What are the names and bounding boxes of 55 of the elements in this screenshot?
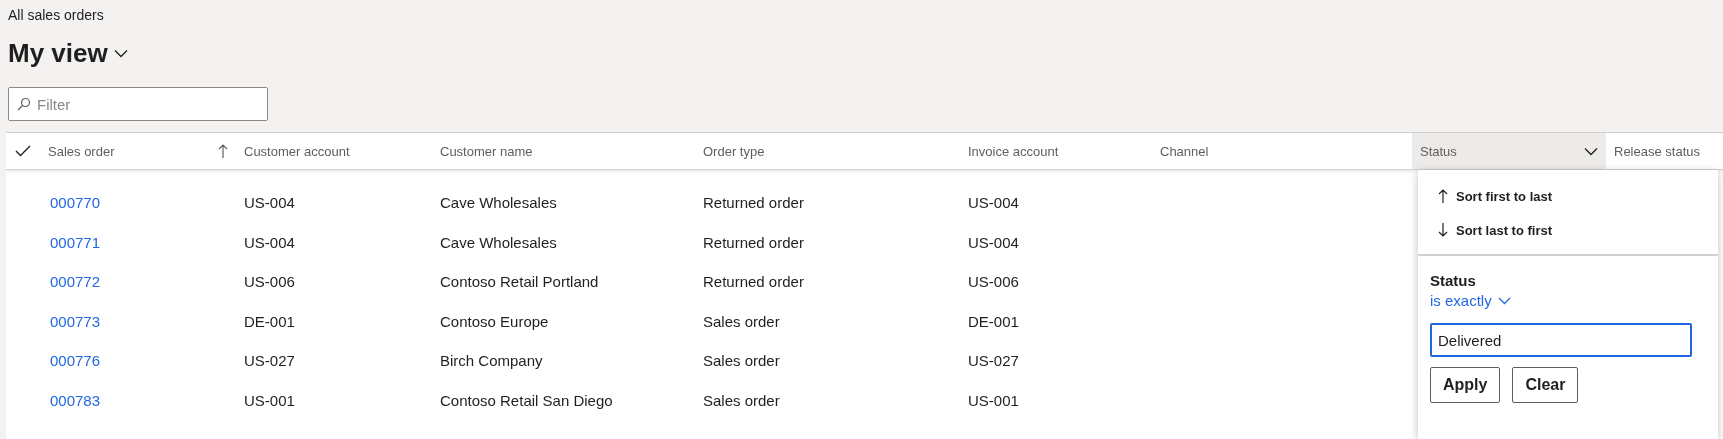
column-header[interactable]: Sales order xyxy=(40,133,236,169)
order-type-cell: Sales order xyxy=(703,391,780,409)
sales-order-link[interactable]: 000770 xyxy=(50,194,101,212)
sales-order-link[interactable]: 000773 xyxy=(50,312,101,330)
order-type-cell: Sales order xyxy=(703,312,780,330)
customer-name-cell: Contoso Retail San Diego xyxy=(440,391,613,409)
sales-order-link[interactable]: 000771 xyxy=(50,233,101,251)
customer-name-cell: Contoso Retail Portland xyxy=(440,273,599,291)
filter-field[interactable]: Filter xyxy=(8,87,268,121)
customer-account-cell: US-004 xyxy=(244,233,295,251)
filter-value-field[interactable]: Delivered xyxy=(1430,323,1692,357)
column-header[interactable]: Customer account xyxy=(236,133,432,169)
column-header[interactable]: Status xyxy=(1412,133,1606,169)
customer-name-cell: Contoso Europe xyxy=(440,312,549,330)
column-header[interactable]: Customer name xyxy=(432,133,695,169)
customer-account-cell: US-001 xyxy=(244,391,295,409)
customer-account-cell: US-027 xyxy=(244,352,295,370)
order-type-cell: Returned order xyxy=(703,273,804,291)
order-type-cell: Returned order xyxy=(703,233,804,251)
sort-menu-item[interactable]: Sort first to last xyxy=(1438,184,1553,208)
customer-account-cell: US-004 xyxy=(244,194,295,212)
invoice-account-cell: US-027 xyxy=(968,352,1019,370)
arrow-down-icon xyxy=(1438,222,1448,238)
sales-order-link[interactable]: 000776 xyxy=(50,352,101,370)
sort-menu-item[interactable]: Sort last to first xyxy=(1438,218,1553,242)
select-all-check-icon[interactable] xyxy=(15,145,31,157)
breadcrumb-title: All sales orders xyxy=(8,6,104,24)
sales-order-link[interactable]: 000783 xyxy=(50,391,101,409)
order-type-cell: Sales order xyxy=(703,352,780,370)
chevron-down-icon xyxy=(1584,146,1598,156)
view-title: My view xyxy=(8,38,108,68)
invoice-account-cell: US-004 xyxy=(968,233,1019,251)
invoice-account-cell: DE-001 xyxy=(968,312,1019,330)
invoice-account-cell: US-001 xyxy=(968,391,1019,409)
order-type-cell: Returned order xyxy=(703,194,804,212)
filter-action-button[interactable]: Apply xyxy=(1430,367,1501,403)
customer-name-cell: Cave Wholesales xyxy=(440,233,557,251)
column-header[interactable]: Order type xyxy=(695,133,960,169)
operator-dropdown[interactable]: is exactly xyxy=(1430,292,1511,309)
filter-field-label: Status xyxy=(1430,272,1476,289)
customer-account-cell: US-006 xyxy=(244,273,295,291)
sales-order-link[interactable]: 000772 xyxy=(50,273,101,291)
chevron-down-icon xyxy=(1497,296,1511,305)
search-icon xyxy=(17,97,31,111)
filter-action-button[interactable]: Clear xyxy=(1512,367,1579,403)
customer-account-cell: DE-001 xyxy=(244,312,295,330)
customer-name-cell: Birch Company xyxy=(440,352,543,370)
column-header[interactable]: Invoice account xyxy=(960,133,1152,169)
invoice-account-cell: US-004 xyxy=(968,194,1019,212)
customer-name-cell: Cave Wholesales xyxy=(440,194,557,212)
chevron-down-icon[interactable] xyxy=(113,48,128,58)
column-header[interactable]: Channel xyxy=(1152,133,1412,169)
column-header[interactable]: Release status xyxy=(1606,133,1723,169)
invoice-account-cell: US-006 xyxy=(968,273,1019,291)
arrow-up-icon xyxy=(1438,188,1448,204)
